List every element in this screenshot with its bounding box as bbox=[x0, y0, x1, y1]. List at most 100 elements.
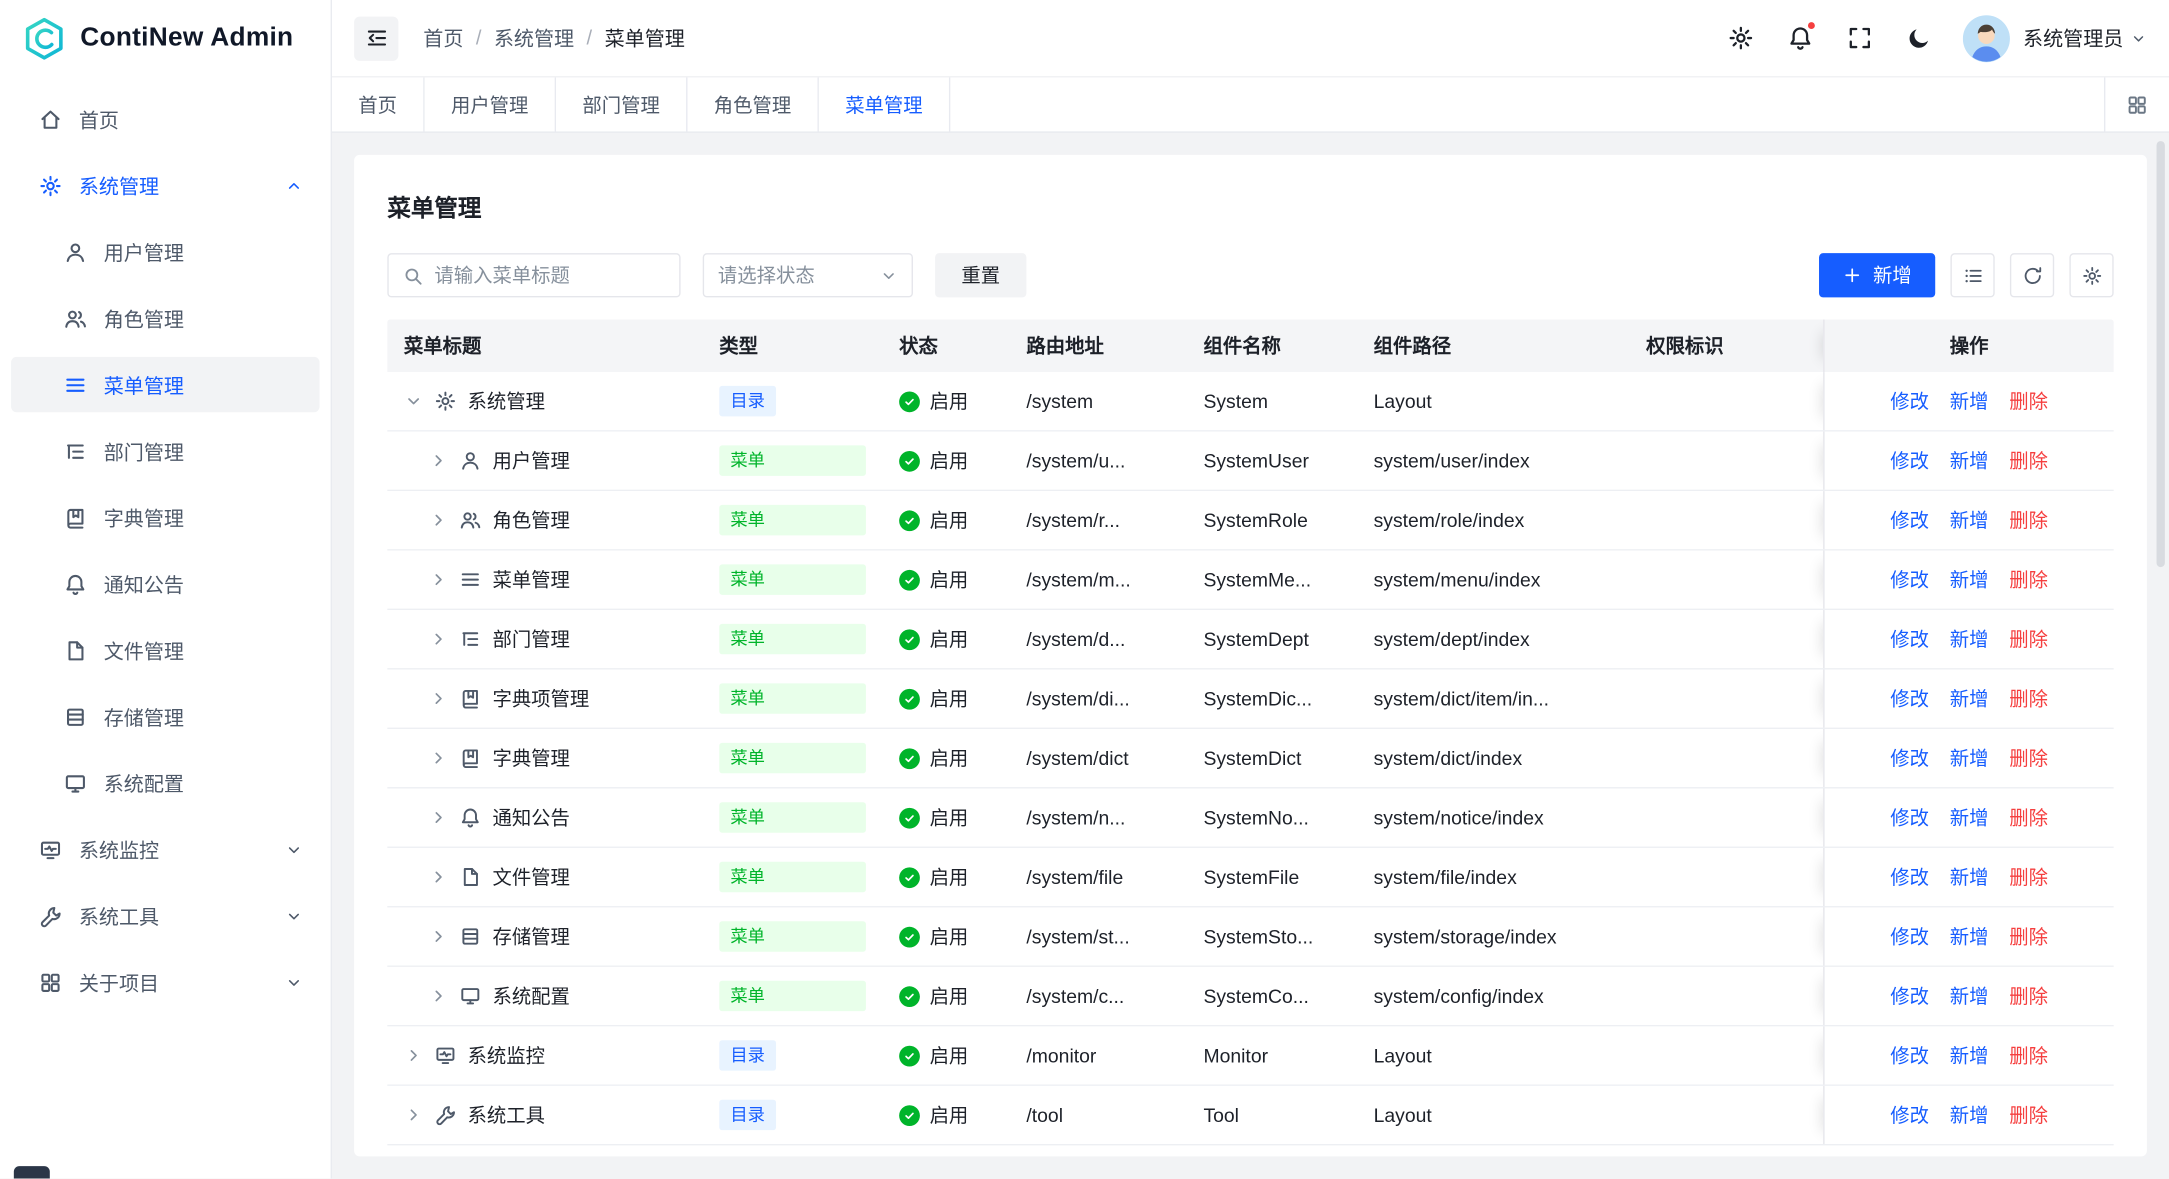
sidebar-item-user[interactable]: 用户管理 bbox=[11, 224, 319, 279]
chevron-right-icon[interactable] bbox=[404, 1046, 423, 1065]
cell-component-name: SystemNo... bbox=[1187, 788, 1357, 846]
add-link[interactable]: 新增 bbox=[1950, 625, 1989, 653]
sidebar-item-menu[interactable]: 菜单管理 bbox=[11, 357, 319, 412]
edit-link[interactable]: 修改 bbox=[1890, 387, 1929, 415]
chevron-right-icon[interactable] bbox=[429, 510, 448, 529]
settings-button[interactable] bbox=[1715, 12, 1768, 65]
add-link[interactable]: 新增 bbox=[1950, 566, 1989, 594]
delete-link[interactable]: 删除 bbox=[2009, 982, 2048, 1010]
column-header-route: 路由地址 bbox=[1010, 320, 1187, 373]
delete-link[interactable]: 删除 bbox=[2009, 447, 2048, 475]
delete-link[interactable]: 删除 bbox=[2009, 685, 2048, 713]
edit-link[interactable]: 修改 bbox=[1890, 625, 1929, 653]
chevron-right-icon[interactable] bbox=[429, 867, 448, 886]
cell-menu-title: 字典管理 bbox=[387, 729, 702, 787]
edit-link[interactable]: 修改 bbox=[1890, 863, 1929, 891]
add-link[interactable]: 新增 bbox=[1950, 447, 1989, 475]
delete-link[interactable]: 删除 bbox=[2009, 566, 2048, 594]
chevron-right-icon[interactable] bbox=[429, 927, 448, 946]
tab-user[interactable]: 用户管理 bbox=[425, 77, 556, 131]
edit-link[interactable]: 修改 bbox=[1890, 1101, 1929, 1129]
cell-actions: 修改新增删除 bbox=[1823, 670, 2113, 728]
chevron-right-icon[interactable] bbox=[429, 748, 448, 767]
chevron-right-icon[interactable] bbox=[429, 629, 448, 648]
edit-link[interactable]: 修改 bbox=[1890, 506, 1929, 534]
chevron-right-icon[interactable] bbox=[429, 808, 448, 827]
sidebar-item-role[interactable]: 角色管理 bbox=[11, 290, 319, 345]
sidebar-item-dept[interactable]: 部门管理 bbox=[11, 423, 319, 478]
delete-link[interactable]: 删除 bbox=[2009, 744, 2048, 772]
dark-mode-button[interactable] bbox=[1893, 12, 1946, 65]
reset-button[interactable]: 重置 bbox=[935, 253, 1026, 297]
edit-link[interactable]: 修改 bbox=[1890, 804, 1929, 832]
tab-role[interactable]: 角色管理 bbox=[687, 77, 818, 131]
chevron-right-icon[interactable] bbox=[429, 986, 448, 1005]
delete-link[interactable]: 删除 bbox=[2009, 804, 2048, 832]
breadcrumb-item-home[interactable]: 首页 bbox=[423, 24, 463, 53]
edit-link[interactable]: 修改 bbox=[1890, 982, 1929, 1010]
tab-actions-button[interactable] bbox=[2104, 77, 2169, 131]
scrollbar[interactable] bbox=[2157, 141, 2165, 567]
user-menu[interactable]: 系统管理员 bbox=[2023, 24, 2147, 53]
add-link[interactable]: 新增 bbox=[1950, 685, 1989, 713]
sidebar-item-system[interactable]: 系统管理 bbox=[11, 158, 319, 213]
delete-link[interactable]: 删除 bbox=[2009, 863, 2048, 891]
sidebar-footer-button[interactable] bbox=[14, 1166, 50, 1178]
add-link[interactable]: 新增 bbox=[1950, 863, 1989, 891]
dept-icon bbox=[459, 628, 481, 650]
delete-link[interactable]: 删除 bbox=[2009, 625, 2048, 653]
edit-link[interactable]: 修改 bbox=[1890, 1042, 1929, 1070]
fullscreen-button[interactable] bbox=[1834, 12, 1887, 65]
chevron-right-icon[interactable] bbox=[429, 570, 448, 589]
sidebar-item-home[interactable]: 首页 bbox=[11, 91, 319, 146]
delete-link[interactable]: 删除 bbox=[2009, 923, 2048, 951]
delete-link[interactable]: 删除 bbox=[2009, 506, 2048, 534]
add-link[interactable]: 新增 bbox=[1950, 387, 1989, 415]
add-link[interactable]: 新增 bbox=[1950, 1042, 1989, 1070]
sidebar-item-config[interactable]: 系统配置 bbox=[11, 755, 319, 810]
add-link[interactable]: 新增 bbox=[1950, 1101, 1989, 1129]
bell-icon bbox=[459, 806, 481, 828]
status-select[interactable]: 请选择状态 bbox=[703, 253, 913, 297]
delete-link[interactable]: 删除 bbox=[2009, 1101, 2048, 1129]
sidebar-item-file[interactable]: 文件管理 bbox=[11, 622, 319, 677]
refresh-button[interactable] bbox=[2010, 253, 2054, 297]
sidebar-collapse-button[interactable] bbox=[354, 16, 398, 60]
sidebar-item-tool[interactable]: 系统工具 bbox=[11, 888, 319, 943]
edit-link[interactable]: 修改 bbox=[1890, 744, 1929, 772]
add-link[interactable]: 新增 bbox=[1950, 744, 1989, 772]
search-input[interactable] bbox=[434, 264, 665, 286]
cell-menu-title: 通知公告 bbox=[387, 788, 702, 846]
tab-menu[interactable]: 菜单管理 bbox=[819, 77, 950, 131]
chevron-down-icon[interactable] bbox=[404, 391, 423, 410]
breadcrumb-item-system[interactable]: 系统管理 bbox=[494, 24, 574, 53]
avatar[interactable] bbox=[1962, 15, 2009, 62]
delete-link[interactable]: 删除 bbox=[2009, 387, 2048, 415]
table-row-notice: 通知公告菜单启用/system/n...SystemNo...system/no… bbox=[387, 788, 2113, 847]
chevron-right-icon[interactable] bbox=[429, 451, 448, 470]
chevron-right-icon[interactable] bbox=[404, 1105, 423, 1124]
add-link[interactable]: 新增 bbox=[1950, 923, 1989, 951]
sidebar-item-dict[interactable]: 字典管理 bbox=[11, 490, 319, 545]
add-link[interactable]: 新增 bbox=[1950, 506, 1989, 534]
edit-link[interactable]: 修改 bbox=[1890, 685, 1929, 713]
add-link[interactable]: 新增 bbox=[1950, 982, 1989, 1010]
add-link[interactable]: 新增 bbox=[1950, 804, 1989, 832]
table-settings-button[interactable] bbox=[2069, 253, 2113, 297]
delete-link[interactable]: 删除 bbox=[2009, 1042, 2048, 1070]
column-list-button[interactable] bbox=[1950, 253, 1994, 297]
edit-link[interactable]: 修改 bbox=[1890, 566, 1929, 594]
add-button[interactable]: 新增 bbox=[1819, 253, 1935, 297]
chevron-right-icon[interactable] bbox=[429, 689, 448, 708]
topbar: 首页 / 系统管理 / 菜单管理 bbox=[332, 0, 2169, 77]
sidebar-item-monitor[interactable]: 系统监控 bbox=[11, 822, 319, 877]
edit-link[interactable]: 修改 bbox=[1890, 923, 1929, 951]
sidebar-item-notice[interactable]: 通知公告 bbox=[11, 556, 319, 611]
tab-home[interactable]: 首页 bbox=[332, 77, 425, 131]
sidebar-item-about[interactable]: 关于项目 bbox=[11, 954, 319, 1009]
notifications-button[interactable] bbox=[1774, 12, 1827, 65]
tab-dept[interactable]: 部门管理 bbox=[556, 77, 687, 131]
edit-link[interactable]: 修改 bbox=[1890, 447, 1929, 475]
logo[interactable]: ContiNew Admin bbox=[0, 0, 331, 77]
sidebar-item-storage[interactable]: 存储管理 bbox=[11, 689, 319, 744]
